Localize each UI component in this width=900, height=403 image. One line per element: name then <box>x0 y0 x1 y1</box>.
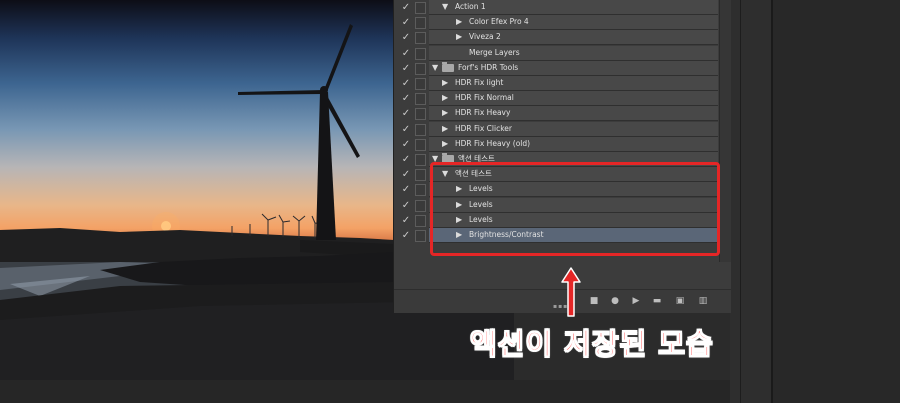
dock-divider[interactable] <box>740 0 741 403</box>
checkmark-icon[interactable]: ✓ <box>400 91 412 106</box>
action-row-label: HDR Fix Normal <box>455 93 514 103</box>
dialog-toggle-box[interactable] <box>415 108 426 121</box>
action-row-label: Forf's HDR Tools <box>458 62 519 72</box>
checkmark-icon[interactable]: ✓ <box>400 0 412 15</box>
action-row[interactable]: ✓ ▶ HDR Fix Heavy <box>394 106 731 122</box>
dialog-toggle-box[interactable] <box>415 214 426 227</box>
triangle-down-icon[interactable]: ▼ <box>442 0 448 14</box>
action-row-label: Action 1 <box>455 2 486 11</box>
action-row[interactable]: ✓ ▶ HDR Fix Clicker <box>394 121 731 137</box>
triangle-right-icon[interactable]: ▶ <box>456 30 462 44</box>
action-row-cell[interactable]: ▶ Viveza 2 <box>429 30 718 46</box>
triangle-right-icon[interactable]: ▶ <box>442 106 448 120</box>
checkmark-icon[interactable]: ✓ <box>400 213 412 228</box>
action-row-cell[interactable]: ▼ Forf's HDR Tools <box>429 60 718 76</box>
arrow-up-icon <box>561 267 581 317</box>
checkmark-icon[interactable]: ✓ <box>400 137 412 152</box>
checkmark-icon[interactable]: ✓ <box>400 30 412 45</box>
action-row[interactable]: ✓ ▶ Viveza 2 <box>394 30 731 46</box>
play-icon[interactable]: ▶ <box>629 295 643 307</box>
checkmark-icon[interactable]: ✓ <box>400 106 412 121</box>
action-row[interactable]: ✓ ▶ HDR Fix Normal <box>394 91 731 107</box>
dialog-toggle-box[interactable] <box>415 199 426 212</box>
triangle-right-icon[interactable]: ▶ <box>442 91 448 105</box>
checkmark-icon[interactable]: ✓ <box>400 182 412 197</box>
dialog-toggle-box[interactable] <box>415 93 426 106</box>
action-row-label: Viveza 2 <box>469 32 501 42</box>
action-row[interactable]: ✓ ▶ HDR Fix light <box>394 76 731 91</box>
action-row[interactable]: ✓ Merge Layers <box>394 45 731 61</box>
triangle-right-icon[interactable]: ▶ <box>442 76 448 90</box>
dialog-toggle-box[interactable] <box>415 154 426 166</box>
checkmark-icon[interactable]: ✓ <box>400 61 412 76</box>
status-bar <box>0 380 730 403</box>
checkmark-icon[interactable]: ✓ <box>400 228 412 243</box>
highlight-box <box>430 162 720 256</box>
dialog-toggle-box[interactable] <box>415 184 426 197</box>
action-row-label: HDR Fix Heavy (old) <box>455 138 531 148</box>
dialog-toggle-box[interactable] <box>415 62 426 75</box>
action-row-label: Color Efex Pro 4 <box>469 17 529 27</box>
triangle-right-icon[interactable]: ▶ <box>442 122 448 136</box>
action-row[interactable]: ✓ ▶ Color Efex Pro 4 <box>394 15 731 31</box>
action-row-label: HDR Fix light <box>455 78 504 87</box>
action-row-cell[interactable]: Merge Layers <box>429 45 718 61</box>
right-dock <box>730 0 900 403</box>
dialog-toggle-box[interactable] <box>415 47 426 60</box>
dialog-toggle-box[interactable] <box>415 138 426 151</box>
checkmark-icon[interactable]: ✓ <box>400 152 412 167</box>
dialog-toggle-box[interactable] <box>415 78 426 90</box>
new-action-icon[interactable]: ▣ <box>673 295 687 307</box>
action-row-cell[interactable]: ▼ Action 1 <box>429 0 718 15</box>
triangle-right-icon[interactable]: ▶ <box>442 137 448 151</box>
checkmark-icon[interactable]: ✓ <box>400 122 412 137</box>
action-row-label: Merge Layers <box>469 47 520 57</box>
dialog-toggle-box[interactable] <box>415 17 426 30</box>
action-row-cell[interactable]: ▶ HDR Fix light <box>429 76 718 91</box>
triangle-down-icon[interactable]: ▼ <box>432 61 438 75</box>
checkmark-icon[interactable]: ✓ <box>400 167 412 182</box>
actions-scrollbar[interactable] <box>719 0 731 262</box>
dialog-toggle-box[interactable] <box>415 32 426 45</box>
action-row-label: HDR Fix Heavy <box>455 108 511 118</box>
dialog-toggle-box[interactable] <box>415 2 426 14</box>
new-set-icon[interactable]: ▬ <box>650 295 664 307</box>
action-row-label: HDR Fix Clicker <box>455 123 512 133</box>
dialog-toggle-box[interactable] <box>415 123 426 136</box>
action-row[interactable]: ✓ ▼ Forf's HDR Tools <box>394 60 731 76</box>
action-row-cell[interactable]: ▶ Color Efex Pro 4 <box>429 15 718 31</box>
delete-icon[interactable]: ▥ <box>696 295 710 307</box>
action-row-cell[interactable]: ▶ HDR Fix Clicker <box>429 121 718 137</box>
action-row-cell[interactable]: ▶ HDR Fix Normal <box>429 91 718 107</box>
triangle-right-icon[interactable]: ▶ <box>456 15 462 29</box>
action-row-cell[interactable]: ▶ HDR Fix Heavy (old) <box>429 136 718 152</box>
checkmark-icon[interactable]: ✓ <box>400 46 412 61</box>
collapsed-panel-area <box>773 0 900 403</box>
annotation-caption: 액션이 저장된 모습 <box>470 327 714 362</box>
stop-icon[interactable]: ■ <box>587 295 601 307</box>
checkmark-icon[interactable]: ✓ <box>400 76 412 91</box>
checkmark-icon[interactable]: ✓ <box>400 15 412 30</box>
folder-icon <box>442 61 454 72</box>
action-row[interactable]: ✓ ▶ HDR Fix Heavy (old) <box>394 136 731 152</box>
checkmark-icon[interactable]: ✓ <box>400 198 412 213</box>
dialog-toggle-box[interactable] <box>415 230 426 242</box>
record-icon[interactable]: ● <box>608 295 622 307</box>
dialog-toggle-box[interactable] <box>415 169 426 182</box>
action-row-cell[interactable]: ▶ HDR Fix Heavy <box>429 106 718 122</box>
action-row[interactable]: ✓ ▼ Action 1 <box>394 0 731 15</box>
